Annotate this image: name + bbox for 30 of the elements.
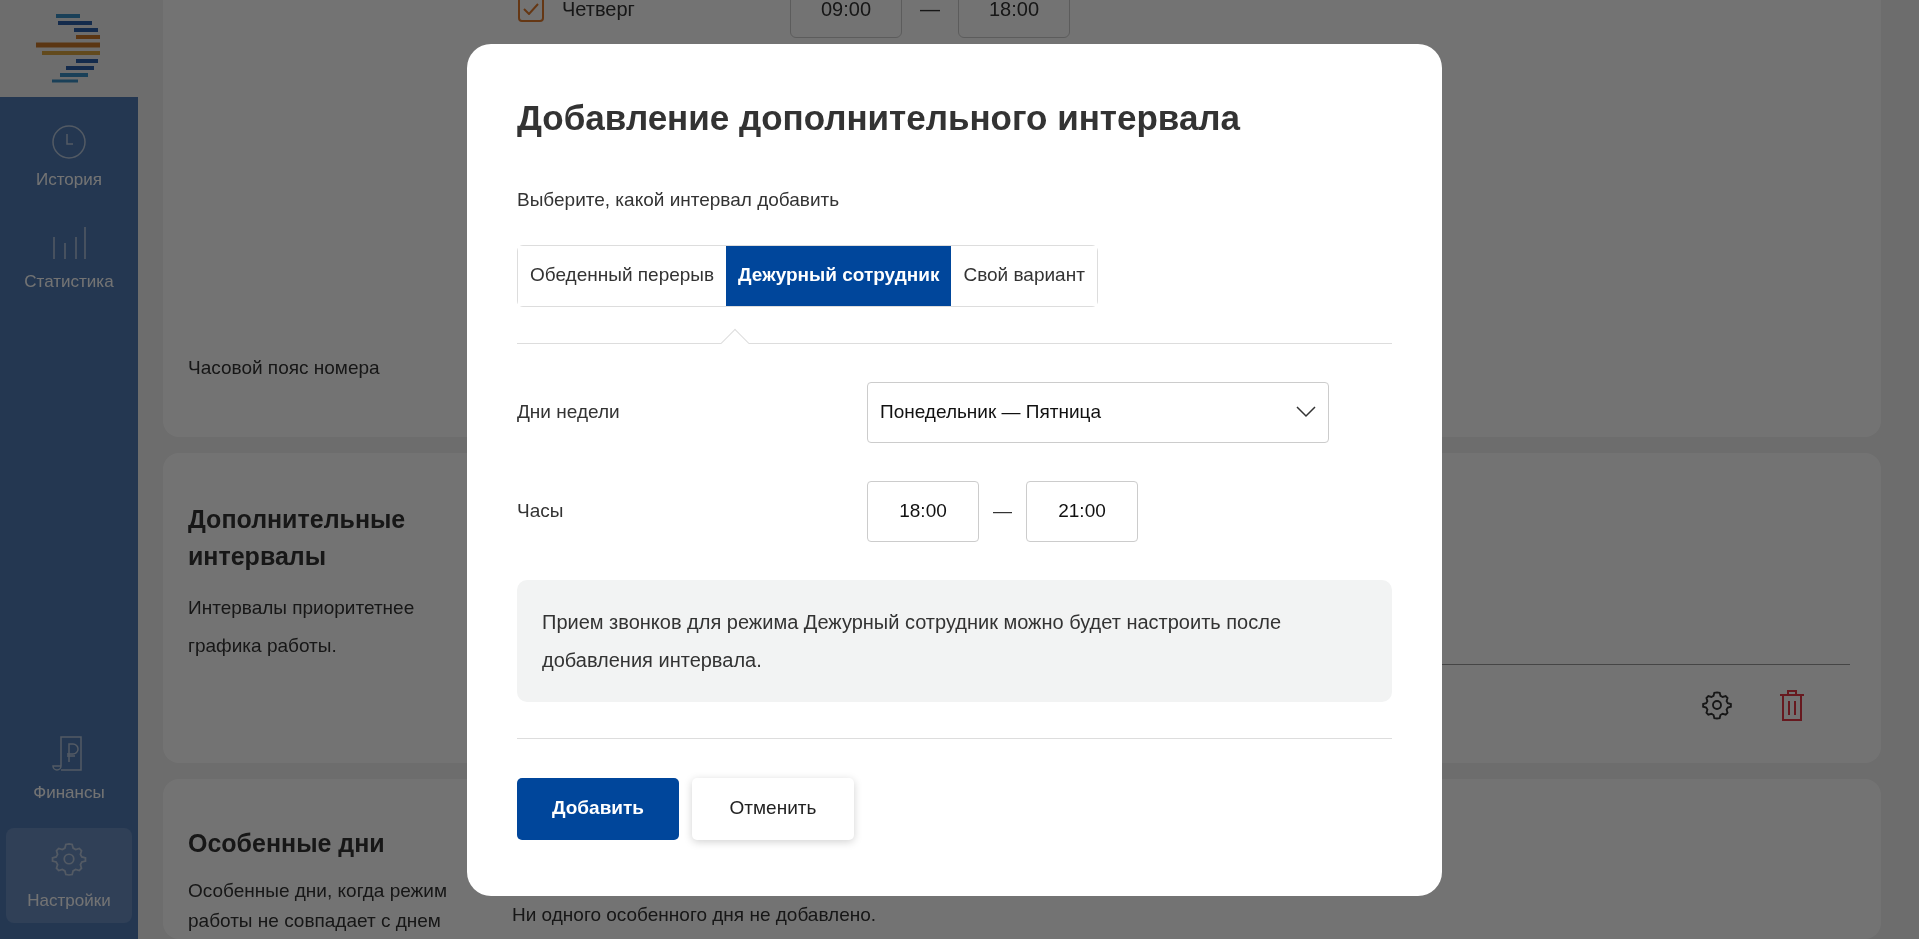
time-field[interactable]: 18:00 xyxy=(867,480,979,542)
interval-tab[interactable]: Дежурный сотрудник xyxy=(726,245,952,306)
timezone-label: Часовой пояс номера xyxy=(188,355,381,380)
trash-icon[interactable] xyxy=(1778,689,1806,723)
info-note: Прием звонков для режима Дежурный сотрудник можно будет настроить после добавления интервала. xyxy=(517,579,1392,702)
logo-icon[interactable] xyxy=(36,13,102,84)
dialog-subtitle: Выберите, какой интервал добавить xyxy=(517,188,841,212)
settings-icon[interactable] xyxy=(1701,689,1733,721)
field-label: Дни недели xyxy=(517,399,621,424)
section-description: Интервалы приоритетнее графика работы. xyxy=(188,596,416,658)
time-field[interactable]: 09:00 xyxy=(790,0,902,38)
section-title: Особенные дни xyxy=(188,828,386,859)
chevron-down-icon xyxy=(1296,406,1316,418)
checkbox[interactable] xyxy=(518,0,544,22)
field-label: Часы xyxy=(517,498,565,523)
add-button[interactable]: Добавить xyxy=(517,777,679,840)
dialog-title: Добавление дополнительного интервала xyxy=(517,97,1242,139)
bar-chart-icon xyxy=(51,224,87,261)
time-field[interactable]: 18:00 xyxy=(958,0,1070,38)
clock-icon xyxy=(52,125,86,159)
section-description: Особенные дни, когда режим работы не совпадает с днем xyxy=(188,879,448,933)
check-icon xyxy=(523,3,539,15)
dash: — xyxy=(993,498,1012,523)
time-field[interactable]: 21:00 xyxy=(1026,480,1138,542)
day-label: Четверг xyxy=(562,0,636,22)
empty-message: Ни одного особенного дня не добавлено. xyxy=(512,902,878,927)
cancel-button[interactable]: Отменить xyxy=(692,777,854,840)
dash: — xyxy=(920,0,940,22)
section-title: Дополнительные интервалы xyxy=(188,504,407,572)
days-dropdown[interactable]: Понедельник — Пятница xyxy=(867,381,1329,443)
